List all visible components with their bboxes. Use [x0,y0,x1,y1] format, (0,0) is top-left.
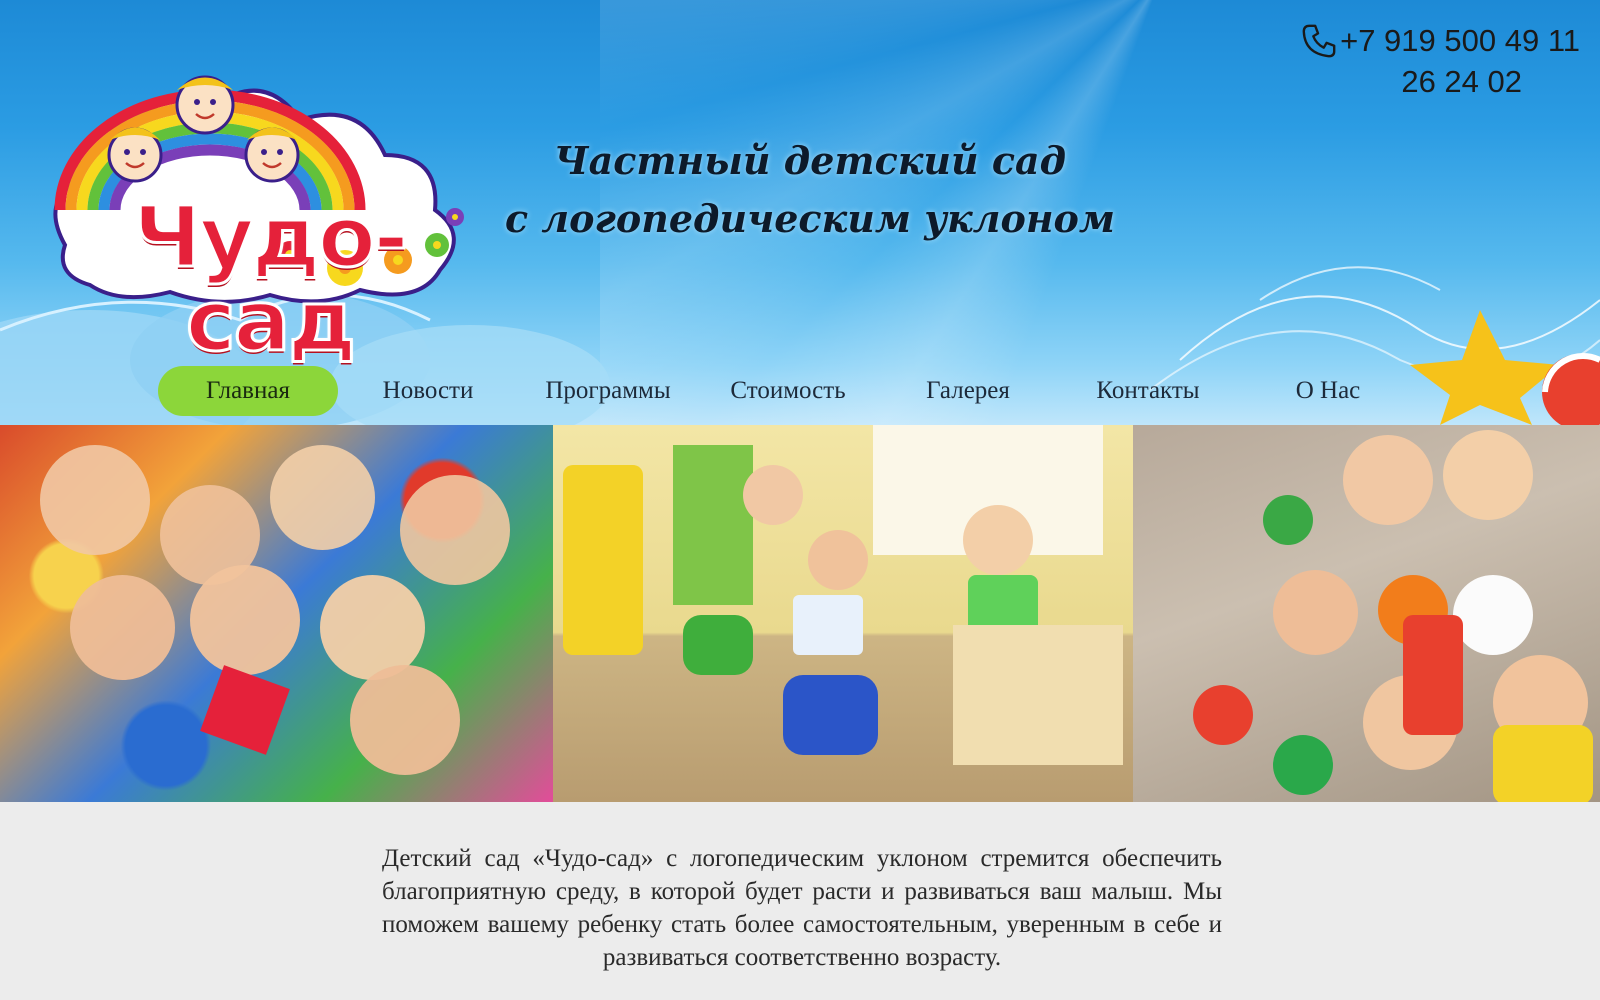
intro-text: Детский сад «Чудо-сад» с логопедическим … [382,845,1222,971]
nav-item-about[interactable]: О Нас [1238,366,1418,416]
site-tagline: Частный детский сад с логопедическим укл… [480,132,1140,248]
phone-number-primary[interactable]: +7 919 500 49 11 [1340,20,1580,61]
nav-item-programs[interactable]: Программы [518,366,698,416]
nav-item-contacts[interactable]: Контакты [1058,366,1238,416]
photo-children-group[interactable] [0,425,553,802]
site-header: Чудо-сад Частный детский сад с логопедич… [0,0,1600,425]
logo[interactable]: Чудо-сад [40,60,480,365]
phone-number-secondary[interactable]: 26 24 02 [1300,61,1580,102]
phone-icon [1302,24,1336,57]
tagline-line-2: с логопедическим уклоном [504,196,1116,241]
nav-item-news[interactable]: Новости [338,366,518,416]
logo-text: Чудо-сад [132,188,410,370]
nav-item-home[interactable]: Главная [158,366,338,416]
main-navigation: Главная Новости Программы Стоимость Гале… [0,366,1600,416]
tagline-line-1: Частный детский сад [553,138,1067,183]
phone-contact: +7 919 500 49 11 26 24 02 [1300,20,1580,102]
nav-item-pricing[interactable]: Стоимость [698,366,878,416]
nav-item-gallery[interactable]: Галерея [878,366,1058,416]
photo-strip [0,425,1600,802]
photo-children-with-toys[interactable] [1133,425,1600,802]
photo-children-playroom[interactable] [553,425,1133,802]
